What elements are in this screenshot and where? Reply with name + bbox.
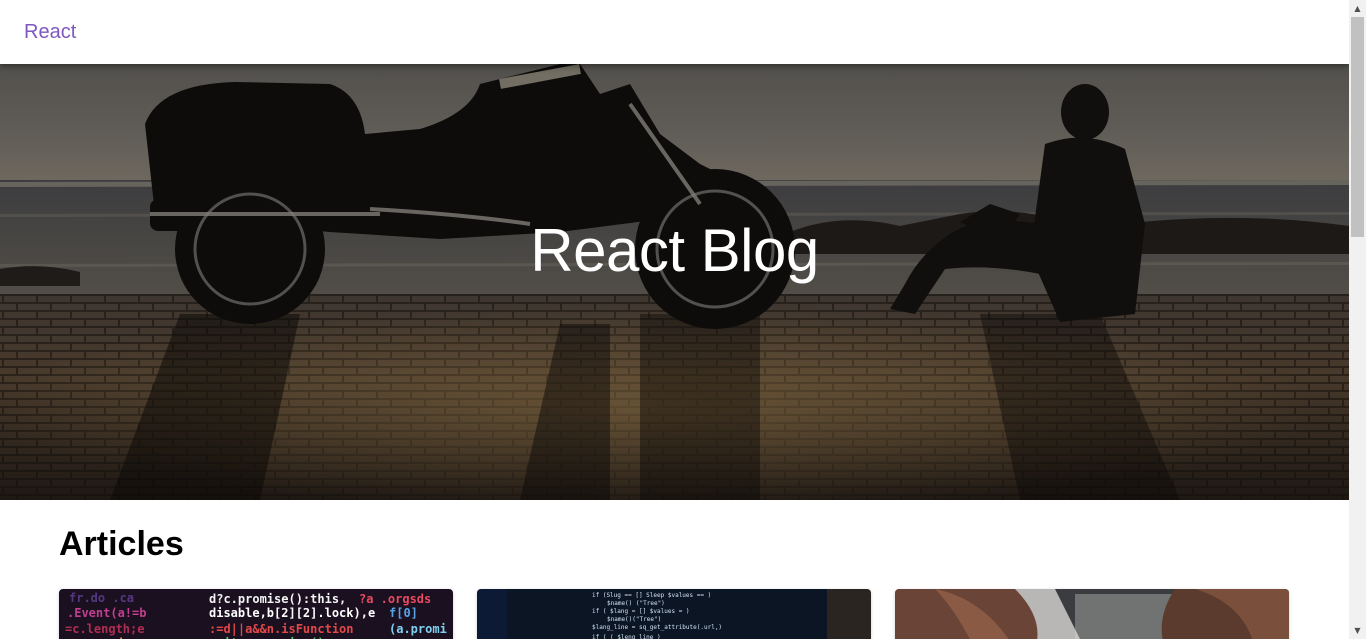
svg-text::=d||a&&n.isFunction: :=d||a&&n.isFunction xyxy=(209,622,354,636)
hero-title: React Blog xyxy=(530,217,819,284)
article-card-image: fr.do .ca d?c.promise():this, ?a .orgsds… xyxy=(59,589,453,639)
svg-text:f[0]: f[0] xyxy=(389,606,418,620)
article-card[interactable]: if (Slug == [] Sleep $values == ) $name(… xyxy=(477,589,871,639)
svg-text:if ( ( $leng_line ): if ( ( $leng_line ) xyxy=(592,634,661,639)
svg-text:?a .orgsds: ?a .orgsds xyxy=(359,592,431,606)
page: React React Blog Articles fr.do .ca d?c.… xyxy=(0,0,1349,639)
svg-text:d?c.promise():this,: d?c.promise():this, xyxy=(209,592,346,606)
svg-text:disable,b[2][2].lock),e: disable,b[2][2].lock),e xyxy=(209,606,375,620)
svg-text:if (Slug == [] Sleep $values =: if (Slug == [] Sleep $values == ) xyxy=(592,592,711,599)
svg-text:=c.length;e: =c.length;e xyxy=(65,622,144,636)
scrollbar-thumb[interactable] xyxy=(1351,17,1364,237)
svg-text:.Event(a!=b: .Event(a!=b xyxy=(67,606,146,620)
articles-heading: Articles xyxy=(59,525,184,563)
vertical-scrollbar[interactable]: ▲ ▼ xyxy=(1349,0,1366,639)
svg-text:fr.do .ca: fr.do .ca xyxy=(69,591,134,605)
scroll-down-arrow-icon[interactable]: ▼ xyxy=(1349,622,1366,639)
svg-text:$name() ("Tree"): $name() ("Tree") xyxy=(607,600,665,607)
article-card-image: if (Slug == [] Sleep $values == ) $name(… xyxy=(477,589,871,639)
article-card-image xyxy=(895,589,1289,639)
article-card[interactable] xyxy=(895,589,1289,639)
app-bar: React xyxy=(0,0,1349,64)
svg-text:(a.promi: (a.promi xyxy=(389,622,447,636)
svg-text:$name()("Tree"): $name()("Tree") xyxy=(607,616,661,623)
svg-text:if ( $lang = [] $values = ): if ( $lang = [] $values = ) xyxy=(592,608,690,615)
article-card[interactable]: fr.do .ca d?c.promise():this, ?a .orgsds… xyxy=(59,589,453,639)
hero-banner: React Blog xyxy=(0,64,1349,500)
brand-link[interactable]: React xyxy=(24,20,76,44)
scroll-up-arrow-icon[interactable]: ▲ xyxy=(1349,0,1366,17)
svg-text:$lang_line = sq_get_attribute(: $lang_line = sq_get_attribute(.url,) xyxy=(592,624,722,631)
